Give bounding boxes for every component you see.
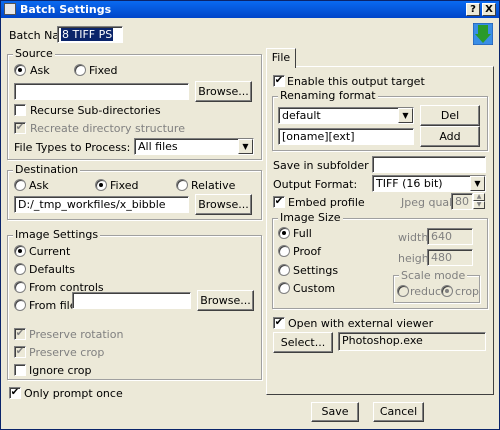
enable-output-label: Enable this output target (287, 75, 425, 88)
width-input[interactable]: 640 (427, 228, 473, 245)
dest-fixed-label: Fixed (110, 179, 139, 192)
chevron-down-icon[interactable]: ▼ (398, 108, 413, 123)
jpeg-quality-spinner[interactable]: ▲ ▼ (473, 193, 485, 209)
image-browse-button[interactable]: Browse... (197, 290, 254, 311)
custom-radio[interactable] (278, 282, 290, 294)
source-browse-button[interactable]: Browse... (195, 81, 252, 102)
jpeg-quality-input[interactable]: 80 (451, 193, 473, 210)
crop-label: crop (455, 285, 480, 298)
current-radio[interactable] (14, 245, 26, 257)
destination-title: Destination (13, 163, 81, 176)
dest-browse-button[interactable]: Browse... (195, 194, 252, 215)
dest-relative-radio[interactable] (176, 179, 188, 191)
spin-down-icon[interactable]: ▼ (473, 201, 485, 209)
file-types-select[interactable]: All files ▼ (134, 138, 254, 155)
settings-label: Settings (293, 264, 339, 277)
image-settings-title: Image Settings (13, 228, 101, 241)
preserve-rotation-label: Preserve rotation (29, 328, 124, 341)
source-ask-label: Ask (30, 64, 50, 77)
height-input[interactable]: 480 (427, 249, 473, 266)
reduce-radio[interactable] (397, 285, 409, 297)
settings-radio[interactable] (278, 264, 290, 276)
preserve-crop-label: Preserve crop (29, 346, 105, 359)
embed-profile-checkbox[interactable]: ✔ (273, 196, 285, 208)
scale-mode-title: Scale mode (399, 269, 468, 282)
dest-fixed-radio[interactable] (95, 179, 107, 191)
source-ask-radio[interactable] (14, 64, 26, 76)
chevron-down-icon[interactable]: ▼ (470, 176, 485, 191)
from-file-input[interactable] (72, 292, 191, 309)
defaults-radio[interactable] (14, 263, 26, 275)
cancel-button[interactable]: Cancel (373, 402, 424, 422)
batch-settings-window: Batch Settings ? X Batch Name 8 TIFF PS … (0, 0, 500, 430)
close-button[interactable]: X (482, 3, 496, 16)
crop-radio[interactable] (441, 285, 453, 297)
dest-path-input[interactable]: D:/_tmp_workfiles/x_bibble (14, 196, 189, 213)
defaults-label: Defaults (29, 263, 75, 276)
output-format-value: TIFF (16 bit) (376, 177, 443, 190)
renaming-select[interactable]: default ▼ (278, 107, 414, 124)
full-radio[interactable] (278, 227, 290, 239)
app-icon (4, 3, 16, 15)
add-button[interactable]: Add (420, 126, 480, 147)
proof-label: Proof (293, 245, 322, 258)
ignore-crop-label: Ignore crop (29, 364, 92, 377)
del-button[interactable]: Del (420, 105, 480, 126)
save-subfolder-input[interactable] (372, 156, 486, 173)
spin-up-icon[interactable]: ▲ (473, 193, 485, 201)
from-controls-radio[interactable] (14, 281, 26, 293)
width-label: width (398, 231, 429, 244)
source-title: Source (13, 47, 55, 60)
custom-label: Custom (293, 282, 336, 295)
renaming-select-value: default (282, 109, 321, 122)
output-format-select[interactable]: TIFF (16 bit) ▼ (372, 175, 486, 192)
renaming-title: Renaming format (278, 89, 378, 102)
dest-ask-radio[interactable] (14, 179, 26, 191)
source-fixed-radio[interactable] (74, 64, 86, 76)
chevron-down-icon[interactable]: ▼ (238, 139, 253, 154)
image-size-title: Image Size (278, 211, 343, 224)
from-file-label: From file (29, 299, 77, 312)
current-label: Current (29, 245, 71, 258)
from-file-radio[interactable] (14, 299, 26, 311)
help-button[interactable]: ? (466, 3, 480, 16)
source-path-input[interactable] (14, 83, 189, 100)
embed-profile-label: Embed profile (288, 196, 365, 209)
recreate-checkbox[interactable]: ✔ (14, 122, 26, 134)
save-subfolder-label: Save in subfolder (273, 159, 369, 172)
file-types-value: All files (138, 140, 178, 153)
select-viewer-button[interactable]: Select... (273, 332, 333, 353)
full-label: Full (293, 227, 312, 240)
dest-relative-label: Relative (191, 179, 236, 192)
recurse-checkbox[interactable] (14, 104, 26, 116)
recurse-label: Recurse Sub-directories (30, 104, 161, 117)
batch-name-value: 8 TIFF PS (61, 28, 114, 41)
source-fixed-label: Fixed (89, 64, 118, 77)
dest-ask-label: Ask (29, 179, 49, 192)
open-viewer-checkbox[interactable]: ✔ (273, 317, 285, 329)
batch-name-input[interactable]: 8 TIFF PS (57, 26, 123, 43)
title-bar: Batch Settings ? X (1, 1, 499, 18)
save-button[interactable]: Save (311, 402, 359, 422)
format-input[interactable]: [oname][ext] (278, 128, 414, 145)
file-types-label: File Types to Process: (14, 141, 131, 154)
proof-radio[interactable] (278, 245, 290, 257)
recreate-label: Recreate directory structure (30, 122, 185, 135)
download-arrow-icon[interactable] (473, 23, 493, 45)
viewer-path-input[interactable]: Photoshop.exe (338, 332, 486, 351)
output-format-label: Output Format: (273, 178, 358, 191)
enable-output-checkbox[interactable]: ✔ (273, 75, 285, 87)
window-title: Batch Settings (20, 3, 112, 16)
preserve-rotation-checkbox[interactable]: ✔ (14, 328, 26, 340)
only-prompt-once-label: Only prompt once (24, 387, 123, 400)
only-prompt-once-checkbox[interactable]: ✔ (9, 387, 21, 399)
tab-file[interactable]: File (266, 48, 296, 68)
ignore-crop-checkbox[interactable] (14, 364, 26, 376)
preserve-crop-checkbox[interactable]: ✔ (14, 346, 26, 358)
open-viewer-label: Open with external viewer (288, 317, 434, 330)
